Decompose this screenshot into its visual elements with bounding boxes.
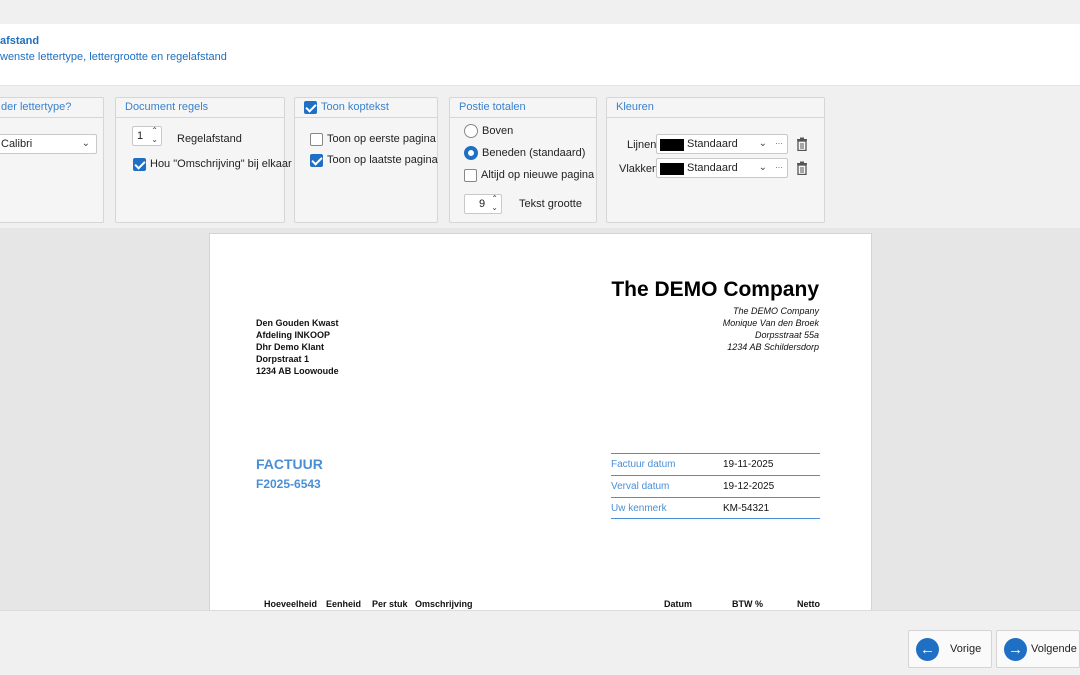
previous-button[interactable]: ← Vorige	[908, 630, 992, 668]
column-header-quantity: Hoeveelheid	[264, 599, 318, 609]
wizard-footer: ← Vorige → Volgende	[0, 610, 1080, 675]
arrow-left-icon: ←	[916, 638, 939, 661]
show-last-page-checkbox[interactable]	[310, 154, 323, 167]
text-size-label: Tekst grootte	[519, 198, 582, 210]
header-text-panel: Toon koptekst Toon op eerste pagina Toon…	[294, 97, 438, 223]
recipient-line: Dorpstraat 1	[256, 354, 310, 364]
keep-description-together-checkbox[interactable]	[133, 158, 146, 171]
font-select-value: Calibri	[1, 138, 33, 150]
totals-top-label: Boven	[482, 125, 514, 137]
column-header-date: Datum	[664, 599, 693, 609]
arrow-right-icon: →	[1004, 638, 1027, 661]
colors-panel: Kleuren Lijnen Standaard ⌄ ··· Vlakken S…	[606, 97, 825, 223]
more-options-icon[interactable]: ···	[775, 135, 783, 153]
lines-color-swatch	[660, 139, 684, 151]
next-button[interactable]: → Volgende	[996, 630, 1080, 668]
fills-color-value: Standaard	[687, 162, 738, 174]
invoice-meta-table: Factuur datum 19-11-2025 Verval datum 19…	[611, 453, 820, 519]
always-new-page-label: Altijd op nieuwe pagina	[481, 169, 595, 181]
fills-color-label: Vlakken	[619, 163, 659, 175]
more-options-icon[interactable]: ···	[775, 159, 783, 177]
column-header-unit: Eenheid	[326, 599, 362, 609]
company-address: The DEMO Company Monique Van den Broek D…	[723, 305, 819, 353]
show-first-page-label: Toon op eerste pagina	[327, 133, 436, 145]
document-rules-panel: Document regels 1 ⌃ ⌄ Regelafstand Hou "O…	[115, 97, 292, 223]
show-first-page-checkbox[interactable]	[310, 133, 323, 146]
recipient-line: Dhr Demo Klant	[256, 342, 325, 352]
previous-label: Vorige	[950, 643, 982, 655]
column-header-price: Per stuk	[372, 599, 408, 609]
invoice-page: The DEMO Company The DEMO Company Moniqu…	[209, 233, 872, 610]
document-number: F2025-6543	[256, 477, 321, 491]
company-line: The DEMO Company	[732, 306, 819, 316]
column-header-description: Omschrijving	[415, 599, 473, 609]
column-header-net: Netto	[797, 599, 820, 609]
lines-color-label: Lijnen	[627, 139, 657, 151]
top-bar	[0, 0, 1080, 24]
meta-row: Uw kenmerk KM-54321	[611, 497, 820, 519]
document-type: FACTUUR	[256, 456, 323, 472]
fills-delete-icon[interactable]	[796, 161, 808, 175]
line-spacing-value: 1	[137, 130, 144, 142]
lines-color-value: Standaard	[687, 138, 738, 150]
stepper-arrows-icon[interactable]: ⌃ ⌄	[491, 194, 498, 212]
always-new-page-checkbox[interactable]	[464, 169, 477, 182]
meta-row: Verval datum 19-12-2025	[611, 475, 820, 497]
keep-description-together-label: Hou "Omschrijving" bij elkaar	[150, 158, 292, 170]
document-rules-title: Document regels	[116, 98, 284, 118]
recipient-line: Afdeling INKOOP	[256, 330, 330, 340]
recipient-line: 1234 AB Loowoude	[256, 366, 339, 376]
header-text-head: Toon koptekst	[295, 98, 437, 118]
chevron-down-icon: ⌄	[81, 138, 90, 149]
fills-color-swatch	[660, 163, 684, 175]
next-label: Volgende	[1031, 643, 1077, 655]
column-header-vat: BTW %	[732, 599, 763, 609]
company-name: The DEMO Company	[611, 278, 819, 301]
step-header: afstand wenste lettertype, lettergrootte…	[0, 24, 1080, 86]
step-title: afstand	[0, 35, 40, 47]
show-last-page-label: Toon op laatste pagina	[327, 154, 438, 166]
company-line: 1234 AB Schildersdorp	[727, 342, 819, 352]
lines-color-select[interactable]: Standaard ⌄ ···	[656, 134, 788, 154]
meta-label: Factuur datum	[611, 459, 676, 470]
font-panel-title: der lettertype?	[0, 98, 103, 118]
stepper-arrows-icon[interactable]: ⌃ ⌄	[151, 126, 158, 144]
meta-label: Uw kenmerk	[611, 503, 667, 514]
show-header-checkbox[interactable]	[304, 101, 317, 114]
totals-bottom-radio[interactable]	[464, 146, 478, 160]
line-spacing-stepper[interactable]: 1 ⌃ ⌄	[132, 126, 162, 146]
meta-value: 19-12-2025	[723, 481, 775, 492]
company-line: Monique Van den Broek	[722, 318, 819, 328]
totals-panel: Postie totalen Boven Beneden (standaard)…	[449, 97, 597, 223]
font-panel: der lettertype? Calibri ⌄	[0, 97, 104, 223]
company-line: Dorpsstraat 55a	[754, 330, 819, 340]
chevron-down-icon: ⌄	[758, 138, 767, 149]
font-select[interactable]: Calibri ⌄	[0, 134, 97, 154]
settings-area: der lettertype? Calibri ⌄ Document regel…	[0, 86, 1080, 228]
recipient-address: Den Gouden Kwast Afdeling INKOOP Dhr Dem…	[256, 317, 339, 377]
text-size-stepper[interactable]: 9 ⌃ ⌄	[464, 194, 502, 214]
totals-bottom-label: Beneden (standaard)	[482, 147, 586, 159]
meta-label: Verval datum	[611, 481, 670, 492]
line-spacing-label: Regelafstand	[177, 133, 242, 145]
meta-value: 19-11-2025	[723, 459, 774, 470]
chevron-down-icon: ⌄	[758, 162, 767, 173]
lines-delete-icon[interactable]	[796, 137, 808, 151]
text-size-value: 9	[479, 198, 486, 210]
step-subtitle: wenste lettertype, lettergrootte en rege…	[0, 51, 227, 63]
invoice-preview-area[interactable]: The DEMO Company The DEMO Company Moniqu…	[0, 228, 1080, 610]
meta-value: KM-54321	[723, 503, 770, 514]
colors-title: Kleuren	[607, 98, 824, 118]
recipient-line: Den Gouden Kwast	[256, 318, 339, 328]
fills-color-select[interactable]: Standaard ⌄ ···	[656, 158, 788, 178]
meta-row: Factuur datum 19-11-2025	[611, 453, 820, 475]
totals-top-radio[interactable]	[464, 124, 478, 138]
show-header-label: Toon koptekst	[321, 101, 389, 113]
totals-title: Postie totalen	[450, 98, 596, 118]
